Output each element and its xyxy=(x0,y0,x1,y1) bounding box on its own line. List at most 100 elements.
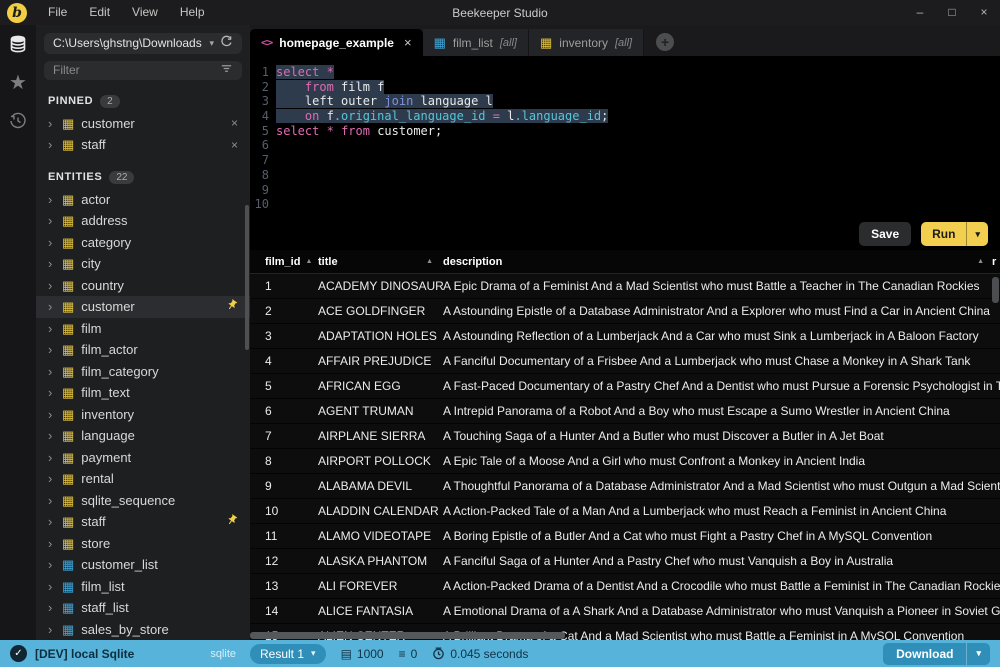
download-label[interactable]: Download xyxy=(883,643,966,665)
menu-file[interactable]: File xyxy=(37,0,78,25)
table-row[interactable]: 10ALADDIN CALENDARA Action-Packed Tale o… xyxy=(250,499,1000,524)
table-row[interactable]: 6AGENT TRUMANA Intrepid Panorama of a Ro… xyxy=(250,399,1000,424)
table-row[interactable]: 3ADAPTATION HOLESA Astounding Reflection… xyxy=(250,324,1000,349)
pin-icon[interactable] xyxy=(226,514,238,529)
table-row[interactable]: 5AFRICAN EGGA Fast-Paced Documentary of … xyxy=(250,374,1000,399)
close-window-button[interactable]: × xyxy=(968,0,1000,25)
entity-item-address[interactable]: ›▦address xyxy=(36,210,250,232)
download-options-caret-icon[interactable]: ▾ xyxy=(966,643,990,665)
chevron-right-icon[interactable]: › xyxy=(48,214,55,227)
column-header-description[interactable]: description ▲ xyxy=(443,256,992,268)
results-vertical-scrollbar[interactable] xyxy=(992,277,999,303)
pinned-item-customer[interactable]: ›▦customer× xyxy=(36,113,250,135)
tab-inventory[interactable]: ▦ inventory [all] xyxy=(529,29,644,56)
refresh-icon[interactable] xyxy=(220,35,233,51)
table-row[interactable]: 12ALASKA PHANTOMA Fanciful Saga of a Hun… xyxy=(250,549,1000,574)
chevron-right-icon[interactable]: › xyxy=(48,343,55,356)
column-header-title[interactable]: title ▲ xyxy=(318,256,443,268)
filter-input[interactable] xyxy=(53,63,220,77)
entity-item-customer_list[interactable]: ›▦customer_list xyxy=(36,554,250,576)
table-row[interactable]: 9ALABAMA DEVILA Thoughtful Panorama of a… xyxy=(250,474,1000,499)
chevron-right-icon[interactable]: › xyxy=(48,472,55,485)
entity-item-category[interactable]: ›▦category xyxy=(36,232,250,254)
entity-item-film_actor[interactable]: ›▦film_actor xyxy=(36,339,250,361)
run-label[interactable]: Run xyxy=(921,222,966,246)
save-button[interactable]: Save xyxy=(859,222,911,246)
entity-item-film[interactable]: ›▦film xyxy=(36,318,250,340)
results-horizontal-scrollbar[interactable] xyxy=(250,632,565,639)
chevron-right-icon[interactable]: › xyxy=(48,580,55,593)
sql-editor[interactable]: 12345678910 select * from film f left ou… xyxy=(250,56,1000,218)
chevron-right-icon[interactable]: › xyxy=(48,515,55,528)
column-header-clipped[interactable]: r xyxy=(992,256,1000,268)
table-row[interactable]: 11ALAMO VIDEOTAPEA Boring Epistle of a B… xyxy=(250,524,1000,549)
cell-film-id: 8 xyxy=(250,454,318,468)
table-row[interactable]: 1ACADEMY DINOSAURA Epic Drama of a Femin… xyxy=(250,274,1000,299)
entity-item-city[interactable]: ›▦city xyxy=(36,253,250,275)
favorites-star-icon[interactable]: ★ xyxy=(9,73,27,93)
entity-item-country[interactable]: ›▦country xyxy=(36,275,250,297)
entity-item-store[interactable]: ›▦store xyxy=(36,533,250,555)
filter-icon[interactable] xyxy=(220,62,233,78)
chevron-right-icon[interactable]: › xyxy=(48,494,55,507)
table-row[interactable]: 2ACE GOLDFINGERA Astounding Epistle of a… xyxy=(250,299,1000,324)
database-sidebar-icon[interactable] xyxy=(8,34,28,54)
chevron-right-icon[interactable]: › xyxy=(48,429,55,442)
chevron-right-icon[interactable]: › xyxy=(48,138,55,151)
column-header-film-id[interactable]: film_id ▲ xyxy=(250,256,318,268)
chevron-right-icon[interactable]: › xyxy=(48,300,55,313)
entity-item-film_list[interactable]: ›▦film_list xyxy=(36,576,250,598)
entity-item-rental[interactable]: ›▦rental xyxy=(36,468,250,490)
entity-item-sqlite_sequence[interactable]: ›▦sqlite_sequence xyxy=(36,490,250,512)
chevron-right-icon[interactable]: › xyxy=(48,408,55,421)
chevron-right-icon[interactable]: › xyxy=(48,193,55,206)
tab-film-list[interactable]: ▦ film_list [all] xyxy=(423,29,529,56)
run-button[interactable]: Run ▾ xyxy=(921,222,988,246)
unpin-close-icon[interactable]: × xyxy=(231,116,238,130)
unpin-close-icon[interactable]: × xyxy=(231,138,238,152)
menu-help[interactable]: Help xyxy=(169,0,216,25)
entity-item-staff_list[interactable]: ›▦staff_list xyxy=(36,597,250,619)
maximize-button[interactable]: □ xyxy=(936,0,968,25)
entity-item-payment[interactable]: ›▦payment xyxy=(36,447,250,469)
entity-item-customer[interactable]: ›▦customer xyxy=(36,296,250,318)
table-row[interactable]: 13ALI FOREVERA Action-Packed Drama of a … xyxy=(250,574,1000,599)
chevron-right-icon[interactable]: › xyxy=(48,537,55,550)
table-row[interactable]: 4AFFAIR PREJUDICEA Fanciful Documentary … xyxy=(250,349,1000,374)
entity-item-actor[interactable]: ›▦actor xyxy=(36,189,250,211)
entity-item-language[interactable]: ›▦language xyxy=(36,425,250,447)
entity-item-film_text[interactable]: ›▦film_text xyxy=(36,382,250,404)
close-tab-icon[interactable]: × xyxy=(404,35,412,50)
history-icon[interactable] xyxy=(9,112,27,130)
minimize-button[interactable]: – xyxy=(904,0,936,25)
table-row[interactable]: 14ALICE FANTASIAA Emotional Drama of a A… xyxy=(250,599,1000,624)
entity-item-film_category[interactable]: ›▦film_category xyxy=(36,361,250,383)
pinned-item-staff[interactable]: ›▦staff× xyxy=(36,134,250,156)
pin-icon[interactable] xyxy=(226,299,238,314)
result-selector[interactable]: Result 1 ▾ xyxy=(250,644,326,664)
chevron-right-icon[interactable]: › xyxy=(48,386,55,399)
entity-item-inventory[interactable]: ›▦inventory xyxy=(36,404,250,426)
download-button[interactable]: Download ▾ xyxy=(883,643,990,665)
chevron-right-icon[interactable]: › xyxy=(48,623,55,636)
chevron-right-icon[interactable]: › xyxy=(48,365,55,378)
chevron-right-icon[interactable]: › xyxy=(48,601,55,614)
new-tab-button[interactable]: + xyxy=(656,33,674,51)
chevron-right-icon[interactable]: › xyxy=(48,117,55,130)
chevron-right-icon[interactable]: › xyxy=(48,279,55,292)
chevron-right-icon[interactable]: › xyxy=(48,558,55,571)
chevron-right-icon[interactable]: › xyxy=(48,257,55,270)
run-options-caret-icon[interactable]: ▾ xyxy=(966,222,988,246)
table-row[interactable]: 7AIRPLANE SIERRAA Touching Saga of a Hun… xyxy=(250,424,1000,449)
entity-item-sales_by_store[interactable]: ›▦sales_by_store xyxy=(36,619,250,641)
chevron-right-icon[interactable]: › xyxy=(48,322,55,335)
chevron-right-icon[interactable]: › xyxy=(48,451,55,464)
sidebar-scrollbar[interactable] xyxy=(245,205,249,350)
menu-view[interactable]: View xyxy=(121,0,169,25)
chevron-right-icon[interactable]: › xyxy=(48,236,55,249)
tab-homepage-example[interactable]: <> homepage_example × xyxy=(250,29,423,56)
menu-edit[interactable]: Edit xyxy=(78,0,121,25)
entity-item-staff[interactable]: ›▦staff xyxy=(36,511,250,533)
table-row[interactable]: 8AIRPORT POLLOCKA Epic Tale of a Moose A… xyxy=(250,449,1000,474)
connection-path-dropdown[interactable]: C:\Users\ghstng\Downloads ▾ xyxy=(44,33,242,54)
